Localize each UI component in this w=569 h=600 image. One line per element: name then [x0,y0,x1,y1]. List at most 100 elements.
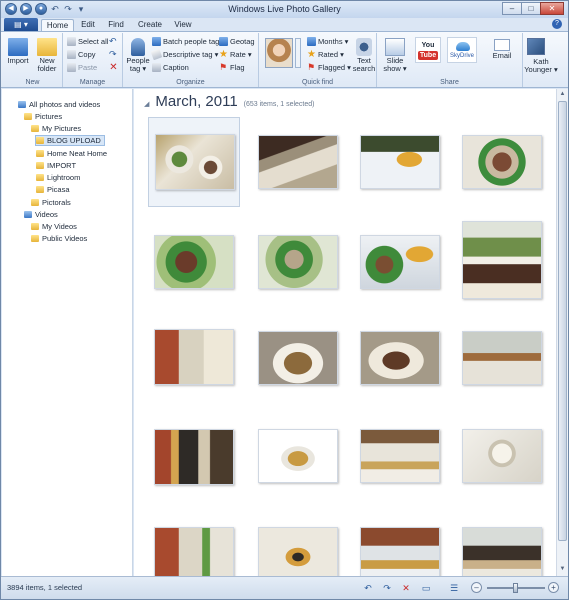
people-tag-button[interactable]: People tag ▾ [125,38,151,73]
months-button[interactable]: Months ▾ [307,37,348,46]
caption-button[interactable]: Caption [152,63,189,72]
flag-button[interactable]: ⚑ Flag [219,63,245,73]
descriptive-tag-button[interactable]: Descriptive tag ▾ [150,48,218,61]
photo-tile[interactable] [354,117,446,207]
slide-show-icon[interactable]: ▭ [420,582,432,594]
scroll-up-icon[interactable]: ▲ [558,90,567,99]
paste-button[interactable]: Paste [67,63,97,72]
tab-home[interactable]: Home [41,19,74,31]
batch-people-tag-button[interactable]: Batch people tag [152,37,219,46]
photo-tile[interactable] [252,525,344,576]
people-filter-thumbnail[interactable] [265,38,293,68]
nav-my-pictures[interactable]: My Pictures [31,123,81,134]
photo-tile[interactable] [354,321,446,411]
select-all-button[interactable]: Select all [67,37,108,46]
photo-thumbnail [154,429,234,485]
copy-button[interactable]: Copy [67,50,96,59]
nav-videos[interactable]: Videos [24,209,58,220]
photo-tile[interactable] [252,321,344,411]
photo-tile[interactable] [252,219,344,309]
folder-icon [31,223,39,230]
help-icon[interactable]: ? [552,19,562,29]
zoom-slider-thumb[interactable] [513,583,518,593]
nav-blog-upload[interactable]: BLOG UPLOAD [35,135,105,146]
photo-thumbnail [258,429,338,483]
photo-thumbnail [154,527,234,576]
import-button[interactable]: Import [5,38,31,65]
nav-picasa[interactable]: Picasa [36,184,70,195]
rotate-left-button[interactable]: ↶ [109,37,118,46]
tab-edit[interactable]: Edit [77,19,99,31]
rate-button[interactable]: ★ Rate ▾ [219,50,252,60]
tab-view[interactable]: View [171,19,195,31]
month-group-header[interactable]: ◢ March, 2011 (653 items, 1 selected) [144,93,314,110]
import-label: Import [7,56,29,65]
photo-tile[interactable] [456,117,548,207]
nav-import[interactable]: IMPORT [36,160,76,171]
avatar[interactable] [527,38,545,55]
nav-my-videos[interactable]: My Videos [31,221,77,232]
photo-tile[interactable] [354,423,446,513]
account-button[interactable]: Kath Younger ▾ [519,58,563,74]
app-menu-button[interactable]: ▤ ▾ [4,18,38,31]
nav-pictorals[interactable]: Pictorals [31,197,71,208]
rotate-left-icon[interactable]: ↶ [362,582,374,594]
flagged-button[interactable]: ⚑ Flagged ▾ [307,63,351,73]
photo-tile[interactable] [456,321,548,411]
photo-tile[interactable] [456,423,548,513]
maximize-button[interactable]: □ [521,2,541,15]
nav-home-neat-home[interactable]: Home Neat Home [36,148,107,159]
nav-public-videos[interactable]: Public Videos [31,233,87,244]
youtube-label-2: Tube [418,51,438,60]
email-button[interactable]: Email [489,39,515,60]
scroll-down-icon[interactable]: ▼ [558,565,567,574]
tab-find[interactable]: Find [105,19,127,31]
rotate-right-button[interactable]: ↷ [109,50,118,59]
text-search-button[interactable]: Text search [351,38,377,73]
photo-tile[interactable] [456,219,548,309]
people-filter-scroll[interactable] [295,38,301,68]
user-name-label-2: Younger ▾ [524,65,558,74]
nav-all-photos[interactable]: All photos and videos [18,99,100,110]
photo-tile[interactable] [354,525,446,576]
photo-tile[interactable] [148,219,240,309]
minimize-button[interactable]: – [502,2,522,15]
photo-tile[interactable] [354,219,446,309]
tab-create[interactable]: Create [135,19,165,31]
new-folder-button[interactable]: New folder [34,38,60,73]
window-title: Windows Live Photo Gallery [228,4,341,14]
photo-tile[interactable] [148,321,240,411]
nav-lightroom[interactable]: Lightroom [36,172,80,183]
photo-thumbnail [154,329,234,385]
photo-tile[interactable] [148,423,240,513]
copy-icon [67,50,76,59]
view-details-icon[interactable]: ☰ [448,582,460,594]
close-button[interactable]: ✕ [540,2,564,15]
slide-show-label-2: show ▾ [383,64,407,73]
nav-item-label: Lightroom [47,173,81,182]
slide-show-button[interactable]: Slide show ▾ [381,38,409,73]
photo-tile[interactable] [456,525,548,576]
geotag-button[interactable]: Geotag [219,37,255,46]
delete-icon[interactable]: ✕ [400,582,412,594]
rated-button[interactable]: ★ Rated ▾ [307,50,344,60]
photo-tile[interactable] [148,117,240,207]
nav-item-label: Public Videos [42,234,88,243]
nav-pictures[interactable]: Pictures [24,111,62,122]
photo-tile[interactable] [252,117,344,207]
zoom-out-button[interactable]: – [471,582,482,593]
delete-button[interactable]: ✕ [109,63,118,73]
vertical-scrollbar[interactable]: ▲ ▼ [556,89,568,576]
photo-tile[interactable] [148,525,240,576]
rotate-right-icon[interactable]: ↷ [381,582,393,594]
skydrive-button[interactable]: SkyDrive [447,37,477,63]
zoom-slider[interactable] [487,583,545,593]
folder-icon [36,174,44,181]
youtube-button[interactable]: You Tube [415,37,441,63]
zoom-in-button[interactable]: + [548,582,559,593]
collapse-triangle-icon[interactable]: ◢ [144,100,149,108]
photo-thumbnail [360,527,440,576]
scroll-thumb[interactable] [558,101,567,541]
status-bar: 3894 items, 1 selected ↶ ↷ ✕ ▭ ☰ – + [1,576,568,599]
photo-tile[interactable] [252,423,344,513]
